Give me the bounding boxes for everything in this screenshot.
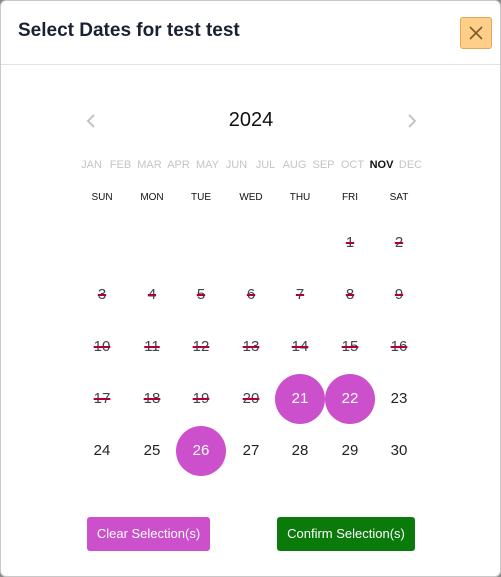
day-28[interactable]: 28 bbox=[275, 426, 325, 476]
month-mar[interactable]: MAR bbox=[135, 159, 164, 171]
day-14: 14 bbox=[291, 338, 309, 355]
weekday-sat: SAT bbox=[389, 192, 409, 203]
weekday-fri: FRI bbox=[341, 192, 359, 203]
month-jan[interactable]: JAN bbox=[77, 159, 106, 171]
month-jun[interactable]: JUN bbox=[222, 159, 251, 171]
day-7: 7 bbox=[295, 286, 305, 303]
close-button[interactable] bbox=[460, 17, 492, 49]
day-24[interactable]: 24 bbox=[77, 426, 127, 476]
day-19: 19 bbox=[192, 390, 210, 407]
day-13: 13 bbox=[242, 338, 260, 355]
confirm-selection-button[interactable]: Confirm Selection(s) bbox=[277, 517, 415, 551]
day-29[interactable]: 29 bbox=[325, 426, 375, 476]
month-dec[interactable]: DEC bbox=[396, 159, 425, 171]
chevron-left-icon bbox=[86, 114, 95, 128]
day-6: 6 bbox=[246, 286, 256, 303]
close-icon bbox=[469, 26, 483, 40]
day-3: 3 bbox=[97, 286, 107, 303]
chevron-right-icon bbox=[408, 114, 417, 128]
day-21[interactable]: 21 bbox=[275, 374, 325, 424]
day-25[interactable]: 25 bbox=[127, 426, 177, 476]
day-1: 1 bbox=[345, 234, 355, 251]
day-26[interactable]: 26 bbox=[176, 426, 226, 476]
day-15: 15 bbox=[341, 338, 359, 355]
month-feb[interactable]: FEB bbox=[106, 159, 135, 171]
month-may[interactable]: MAY bbox=[193, 159, 222, 171]
weekday-thu: THU bbox=[289, 192, 311, 203]
modal-title: Select Dates for test test bbox=[18, 20, 240, 41]
modal-header: Select Dates for test test bbox=[1, 1, 500, 65]
day-12: 12 bbox=[192, 338, 210, 355]
year-label: 2024 bbox=[228, 109, 274, 131]
day-5: 5 bbox=[196, 286, 206, 303]
weekday-sun: SUN bbox=[91, 192, 113, 203]
month-jul[interactable]: JUL bbox=[251, 159, 280, 171]
day-17: 17 bbox=[93, 390, 111, 407]
day-27[interactable]: 27 bbox=[226, 426, 276, 476]
day-20: 20 bbox=[242, 390, 260, 407]
day-23[interactable]: 23 bbox=[374, 374, 424, 424]
next-year-button[interactable] bbox=[403, 112, 419, 130]
month-nov[interactable]: NOV bbox=[367, 159, 396, 171]
day-11: 11 bbox=[144, 338, 160, 355]
month-selector: JAN FEB MAR APR MAY JUN JUL AUG SEP OCT NOV DEC bbox=[77, 159, 427, 175]
day-22[interactable]: 22 bbox=[325, 374, 375, 424]
weekday-wed: WED bbox=[239, 192, 263, 203]
month-aug[interactable]: AUG bbox=[280, 159, 309, 171]
prev-year-button[interactable] bbox=[84, 112, 100, 130]
day-10: 10 bbox=[93, 338, 111, 355]
day-8: 8 bbox=[345, 286, 355, 303]
day-4: 4 bbox=[147, 286, 157, 303]
month-oct[interactable]: OCT bbox=[338, 159, 367, 171]
weekday-mon: MON bbox=[140, 192, 164, 203]
month-sep[interactable]: SEP bbox=[309, 159, 338, 171]
day-9: 9 bbox=[394, 286, 404, 303]
day-18: 18 bbox=[143, 390, 161, 407]
day-30[interactable]: 30 bbox=[374, 426, 424, 476]
weekday-tue: TUE bbox=[191, 192, 211, 203]
day-2: 2 bbox=[394, 234, 404, 251]
clear-selection-button[interactable]: Clear Selection(s) bbox=[87, 517, 210, 551]
day-16: 16 bbox=[390, 338, 408, 355]
date-picker-modal: Select Dates for test test 2024 JAN FEB MA… bbox=[0, 0, 501, 577]
month-apr[interactable]: APR bbox=[164, 159, 193, 171]
